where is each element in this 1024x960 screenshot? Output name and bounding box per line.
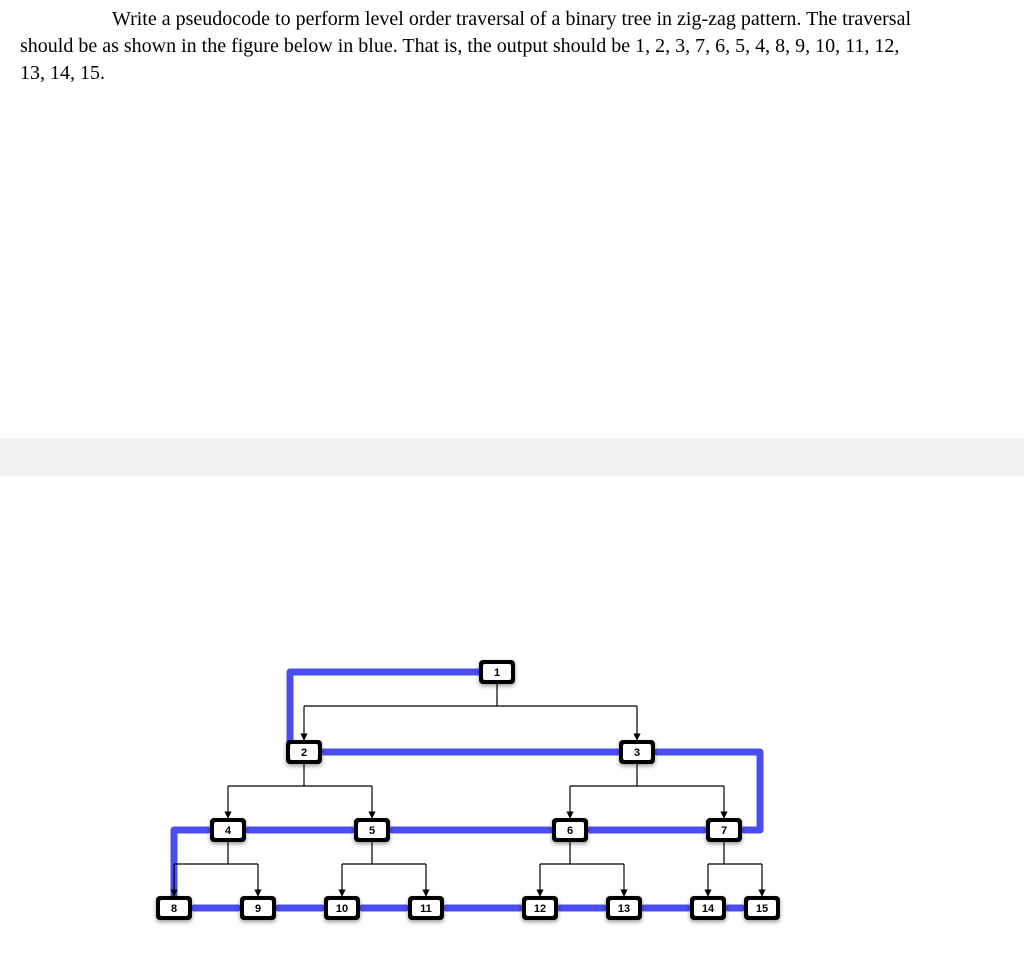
zigzag-path xyxy=(174,672,760,908)
tree-node-13: 13 xyxy=(606,896,642,920)
tree-node-14: 14 xyxy=(690,896,726,920)
svg-text:3: 3 xyxy=(634,747,640,759)
svg-text:5: 5 xyxy=(369,825,375,837)
svg-text:10: 10 xyxy=(336,903,348,915)
question-line-2: should be as shown in the figure below i… xyxy=(20,35,899,57)
tree-node-15: 15 xyxy=(744,896,780,920)
tree-node-8: 8 xyxy=(156,896,192,920)
grey-divider-band xyxy=(0,438,1024,476)
question-line-1: Write a pseudocode to perform level orde… xyxy=(112,8,911,30)
svg-text:6: 6 xyxy=(567,825,573,837)
question-line-3: 13, 14, 15. xyxy=(20,62,105,84)
tree-node-1: 1 xyxy=(479,660,515,684)
svg-text:1: 1 xyxy=(494,667,500,679)
tree-node-4: 4 xyxy=(210,818,246,842)
tree-node-12: 12 xyxy=(522,896,558,920)
svg-text:2: 2 xyxy=(301,747,307,759)
svg-text:8: 8 xyxy=(171,903,177,915)
svg-text:14: 14 xyxy=(702,903,715,915)
tree-node-6: 6 xyxy=(552,818,588,842)
svg-text:11: 11 xyxy=(420,903,432,915)
question-text: Write a pseudocode to perform level orde… xyxy=(0,0,1024,87)
tree-edges xyxy=(174,684,762,896)
tree-node-11: 11 xyxy=(408,896,444,920)
tree-node-3: 3 xyxy=(619,740,655,764)
tree-node-5: 5 xyxy=(354,818,390,842)
tree-node-7: 7 xyxy=(706,818,742,842)
binary-tree-figure: 1 2 3 4 xyxy=(0,640,1024,960)
svg-text:15: 15 xyxy=(756,903,768,915)
svg-text:7: 7 xyxy=(721,825,727,837)
tree-node-9: 9 xyxy=(240,896,276,920)
tree-node-10: 10 xyxy=(324,896,360,920)
svg-text:12: 12 xyxy=(534,903,546,915)
svg-text:13: 13 xyxy=(618,903,630,915)
tree-node-2: 2 xyxy=(286,740,322,764)
svg-text:4: 4 xyxy=(225,825,232,837)
svg-text:9: 9 xyxy=(255,903,261,915)
